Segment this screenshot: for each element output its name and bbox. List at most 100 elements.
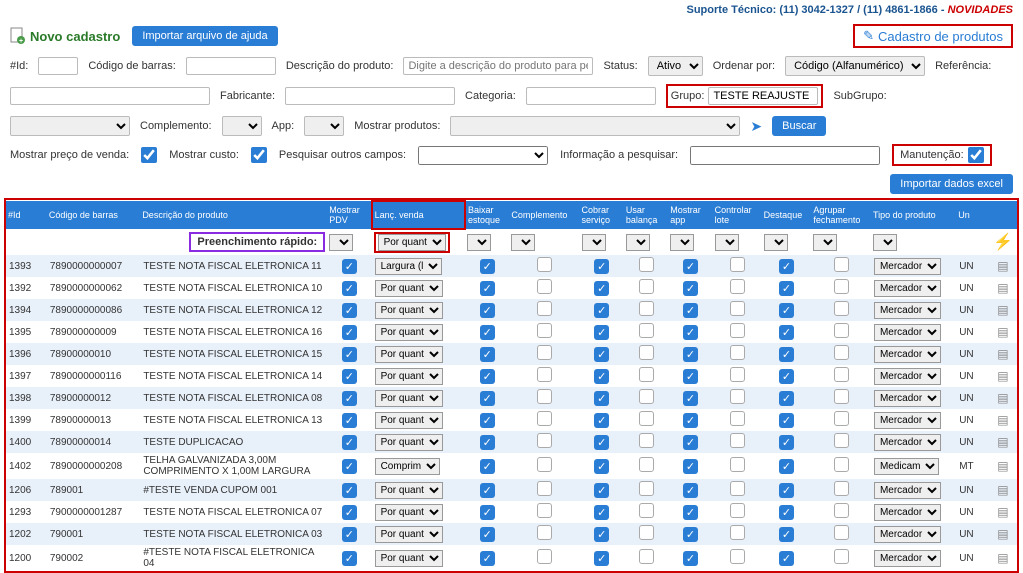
checkbox-on[interactable]: ✓ — [594, 325, 609, 340]
lanc-select[interactable]: Por quant — [375, 412, 443, 429]
checkbox-on[interactable]: ✓ — [683, 325, 698, 340]
checkbox-off[interactable] — [537, 433, 552, 448]
checkbox-off[interactable] — [730, 257, 745, 272]
grupo-input[interactable] — [708, 87, 818, 105]
checkbox-off[interactable] — [730, 345, 745, 360]
row-action-icon[interactable]: ▤ — [997, 483, 1008, 497]
row-action-icon[interactable]: ▤ — [997, 325, 1008, 339]
checkbox-off[interactable] — [537, 457, 552, 472]
checkbox-off[interactable] — [730, 323, 745, 338]
quick-dest-select[interactable] — [764, 234, 788, 251]
checkbox-off[interactable] — [537, 549, 552, 564]
checkbox-off[interactable] — [834, 549, 849, 564]
id-input[interactable] — [38, 57, 78, 75]
checkbox-on[interactable]: ✓ — [779, 391, 794, 406]
checkbox-on[interactable]: ✓ — [594, 303, 609, 318]
quick-cobrar-select[interactable] — [582, 234, 606, 251]
checkbox-off[interactable] — [730, 301, 745, 316]
checkbox-on[interactable]: ✓ — [480, 369, 495, 384]
checkbox-off[interactable] — [537, 411, 552, 426]
checkbox-on[interactable]: ✓ — [683, 551, 698, 566]
checkbox-on[interactable]: ✓ — [683, 505, 698, 520]
col-header[interactable]: Usar balança — [624, 201, 668, 229]
col-header[interactable] — [989, 201, 1017, 229]
mostrar-custo-checkbox[interactable] — [251, 147, 267, 163]
checkbox-on[interactable]: ✓ — [342, 483, 357, 498]
checkbox-off[interactable] — [639, 549, 654, 564]
importar-ajuda-button[interactable]: Importar arquivo de ajuda — [132, 26, 277, 46]
row-action-icon[interactable]: ▤ — [997, 527, 1008, 541]
checkbox-off[interactable] — [730, 503, 745, 518]
arrow-right-icon[interactable]: ➤ — [750, 118, 762, 135]
tipo-select[interactable]: Mercador — [874, 346, 941, 363]
checkbox-off[interactable] — [639, 481, 654, 496]
lanc-select[interactable]: Por quant — [375, 368, 443, 385]
checkbox-on[interactable]: ✓ — [779, 551, 794, 566]
manutencao-checkbox[interactable] — [968, 147, 984, 163]
tipo-select[interactable]: Mercador — [874, 504, 941, 521]
quick-agrupar-select[interactable] — [813, 234, 837, 251]
checkbox-on[interactable]: ✓ — [594, 413, 609, 428]
checkbox-on[interactable]: ✓ — [342, 281, 357, 296]
checkbox-on[interactable]: ✓ — [594, 527, 609, 542]
checkbox-on[interactable]: ✓ — [342, 303, 357, 318]
checkbox-on[interactable]: ✓ — [594, 391, 609, 406]
novo-cadastro-link[interactable]: + Novo cadastro — [10, 27, 120, 45]
row-action-icon[interactable]: ▤ — [997, 551, 1008, 565]
checkbox-off[interactable] — [537, 345, 552, 360]
row-action-icon[interactable]: ▤ — [997, 281, 1008, 295]
tipo-select[interactable]: Mercador — [874, 482, 941, 499]
col-header[interactable]: Complemento — [509, 201, 579, 229]
checkbox-off[interactable] — [639, 323, 654, 338]
checkbox-on[interactable]: ✓ — [594, 347, 609, 362]
checkbox-off[interactable] — [537, 257, 552, 272]
checkbox-off[interactable] — [834, 345, 849, 360]
tipo-select[interactable]: Mercador — [874, 302, 941, 319]
lanc-select[interactable]: Por quant — [375, 504, 443, 521]
checkbox-on[interactable]: ✓ — [342, 527, 357, 542]
tipo-select[interactable]: Mercador — [874, 390, 941, 407]
col-header[interactable]: Controlar lote — [713, 201, 762, 229]
checkbox-on[interactable]: ✓ — [779, 325, 794, 340]
novidades-link[interactable]: NOVIDADES — [948, 4, 1013, 16]
checkbox-off[interactable] — [730, 525, 745, 540]
checkbox-on[interactable]: ✓ — [480, 459, 495, 474]
info-pesquisar-input[interactable] — [690, 146, 880, 165]
checkbox-on[interactable]: ✓ — [779, 347, 794, 362]
checkbox-off[interactable] — [537, 279, 552, 294]
checkbox-on[interactable]: ✓ — [594, 259, 609, 274]
checkbox-on[interactable]: ✓ — [480, 551, 495, 566]
lanc-select[interactable]: Por quant — [375, 550, 443, 567]
col-header[interactable]: #Id — [6, 201, 47, 229]
tipo-select[interactable]: Mercador — [874, 280, 941, 297]
col-header[interactable]: Un — [956, 201, 989, 229]
row-action-icon[interactable]: ▤ — [997, 391, 1008, 405]
checkbox-off[interactable] — [834, 301, 849, 316]
checkbox-on[interactable]: ✓ — [342, 505, 357, 520]
checkbox-on[interactable]: ✓ — [342, 551, 357, 566]
ordenar-select[interactable]: Código (Alfanumérico) — [785, 56, 925, 76]
row-action-icon[interactable]: ▤ — [997, 369, 1008, 383]
lanc-select[interactable]: Por quant — [375, 482, 443, 499]
checkbox-off[interactable] — [639, 345, 654, 360]
col-header[interactable]: Cobrar serviço — [580, 201, 624, 229]
row-action-icon[interactable]: ▤ — [997, 505, 1008, 519]
mostrar-produtos-select[interactable] — [450, 116, 740, 136]
checkbox-on[interactable]: ✓ — [683, 391, 698, 406]
checkbox-off[interactable] — [639, 257, 654, 272]
descricao-input[interactable] — [403, 57, 593, 75]
checkbox-on[interactable]: ✓ — [683, 483, 698, 498]
checkbox-off[interactable] — [834, 481, 849, 496]
checkbox-on[interactable]: ✓ — [779, 527, 794, 542]
col-header[interactable]: Descrição do produto — [140, 201, 327, 229]
tipo-select[interactable]: Mercador — [874, 526, 941, 543]
checkbox-on[interactable]: ✓ — [480, 505, 495, 520]
checkbox-on[interactable]: ✓ — [342, 459, 357, 474]
checkbox-off[interactable] — [639, 433, 654, 448]
checkbox-on[interactable]: ✓ — [779, 303, 794, 318]
categoria-input[interactable] — [526, 87, 656, 105]
checkbox-off[interactable] — [537, 389, 552, 404]
checkbox-off[interactable] — [639, 503, 654, 518]
app-select[interactable] — [304, 116, 344, 136]
pesquisar-campos-select[interactable] — [418, 146, 548, 165]
